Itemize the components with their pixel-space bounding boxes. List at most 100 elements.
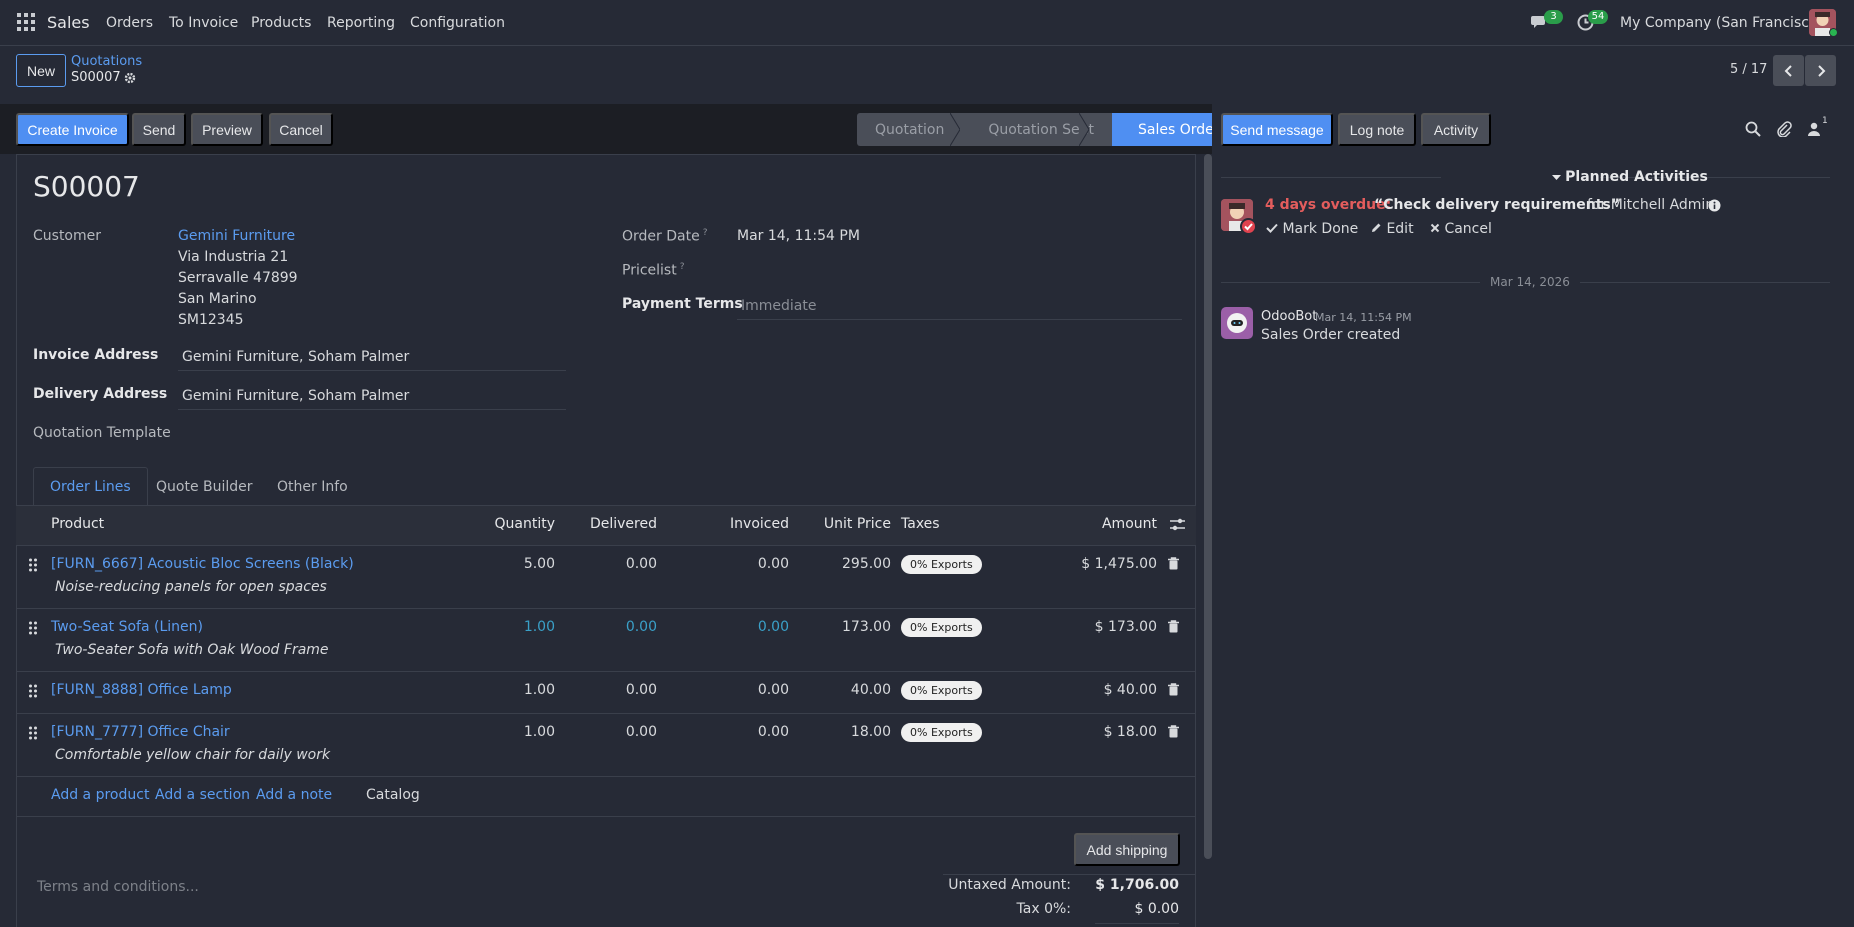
edit-activity-button[interactable]: Edit (1371, 221, 1414, 237)
message-author[interactable]: OdooBot (1261, 309, 1317, 324)
add-product-link[interactable]: Add a product (51, 787, 149, 803)
breadcrumb-quotations[interactable]: Quotations (71, 54, 142, 69)
catalog-button[interactable]: Catalog (366, 787, 420, 803)
add-note-link[interactable]: Add a note (256, 787, 332, 803)
add-section-link[interactable]: Add a section (155, 787, 250, 803)
col-quantity[interactable]: Quantity (480, 516, 556, 532)
tax-badge[interactable]: 0% Exports (901, 723, 982, 742)
drag-handle-icon[interactable] (28, 558, 38, 572)
terms-conditions-field[interactable]: Terms and conditions... (37, 879, 199, 895)
date-separator-line (1221, 282, 1480, 283)
customer-address-line: Via Industria 21 (178, 249, 289, 265)
delivery-address-underline (178, 409, 566, 410)
line-product[interactable]: Two-Seat Sofa (Linen) (51, 619, 203, 635)
row-separator (16, 776, 1196, 777)
form-scrollbar[interactable] (1204, 154, 1212, 859)
line-delivered[interactable]: 0.00 (560, 619, 657, 635)
paperclip-icon[interactable] (1776, 121, 1792, 137)
line-amount: $ 18.00 (1103, 724, 1157, 740)
customer-address-line: Serravalle 47899 (178, 270, 298, 286)
menu-reporting[interactable]: Reporting (327, 15, 395, 31)
optional-columns-icon[interactable] (1170, 518, 1185, 532)
activity-button[interactable]: Activity (1421, 113, 1491, 146)
line-unit-price[interactable]: 173.00 (800, 619, 891, 635)
drag-handle-icon[interactable] (28, 684, 38, 698)
line-delivered[interactable]: 0.00 (560, 682, 657, 698)
order-date-field[interactable]: Mar 14, 11:54 PM (737, 228, 860, 244)
line-delivered[interactable]: 0.00 (560, 724, 657, 740)
mark-done-button[interactable]: Mark Done (1266, 221, 1358, 237)
customer-label: Customer (33, 228, 102, 244)
col-unit-price[interactable]: Unit Price (800, 516, 891, 532)
company-switcher[interactable]: My Company (San Francisco) (1620, 15, 1823, 31)
create-invoice-button[interactable]: Create Invoice (16, 113, 129, 146)
col-invoiced[interactable]: Invoiced (690, 516, 789, 532)
menu-configuration[interactable]: Configuration (410, 15, 505, 31)
line-quantity[interactable]: 1.00 (480, 724, 555, 740)
followers-count: 1 (1822, 116, 1828, 126)
cancel-order-button[interactable]: Cancel (269, 113, 333, 146)
line-product[interactable]: [FURN_8888] Office Lamp (51, 682, 232, 698)
line-quantity[interactable]: 1.00 (480, 682, 555, 698)
search-icon[interactable] (1745, 121, 1761, 137)
menu-orders[interactable]: Orders (106, 15, 153, 31)
customer-link[interactable]: Gemini Furniture (178, 228, 295, 244)
new-button[interactable]: New (16, 54, 66, 87)
check-icon (1266, 223, 1278, 233)
trash-icon[interactable] (1168, 557, 1179, 570)
followers-icon[interactable] (1807, 121, 1823, 137)
line-amount: $ 1,475.00 (1081, 556, 1157, 572)
row-separator (16, 608, 1196, 609)
col-amount[interactable]: Amount (1050, 516, 1157, 532)
col-taxes[interactable]: Taxes (901, 516, 940, 532)
tab-other-info[interactable]: Other Info (261, 467, 364, 506)
delivery-address-field[interactable]: Gemini Furniture, Soham Palmer (182, 388, 409, 404)
trash-icon[interactable] (1168, 683, 1179, 696)
tax-badge[interactable]: 0% Exports (901, 555, 982, 574)
pager-next-button[interactable] (1805, 55, 1836, 86)
tax-badge[interactable]: 0% Exports (901, 618, 982, 637)
planned-activities-toggle[interactable]: Planned Activities (1440, 169, 1820, 185)
trash-icon[interactable] (1168, 620, 1179, 633)
activity-assignee: for Mitchell Admin (1587, 197, 1715, 213)
menu-products[interactable]: Products (251, 15, 311, 31)
line-product[interactable]: [FURN_6667] Acoustic Bloc Screens (Black… (51, 556, 354, 572)
log-note-button[interactable]: Log note (1338, 113, 1416, 146)
trash-icon[interactable] (1168, 725, 1179, 738)
add-shipping-button[interactable]: Add shipping (1074, 833, 1180, 866)
preview-button[interactable]: Preview (191, 113, 263, 146)
line-delivered[interactable]: 0.00 (560, 556, 657, 572)
drag-handle-icon[interactable] (28, 726, 38, 740)
stage-quotation-sent[interactable]: Quotation Sent (962, 113, 1112, 146)
line-invoiced: 0.00 (757, 682, 789, 698)
tab-order-lines[interactable]: Order Lines (33, 467, 148, 506)
send-message-button[interactable]: Send message (1221, 113, 1333, 146)
send-button[interactable]: Send (132, 113, 186, 146)
menu-to-invoice[interactable]: To Invoice (169, 15, 238, 31)
pager-previous-button[interactable] (1773, 55, 1804, 86)
line-unit-price[interactable]: 18.00 (800, 724, 891, 740)
gear-icon[interactable] (124, 72, 136, 84)
line-amount: $ 40.00 (1103, 682, 1157, 698)
invoice-address-label: Invoice Address (33, 347, 159, 363)
info-icon[interactable] (1708, 199, 1721, 212)
pager-value[interactable]: 5 / 17 (1730, 62, 1767, 77)
drag-handle-icon[interactable] (28, 621, 38, 635)
line-unit-price[interactable]: 295.00 (800, 556, 891, 572)
col-delivered[interactable]: Delivered (560, 516, 657, 532)
stage-quotation[interactable]: Quotation (857, 113, 963, 146)
line-quantity[interactable]: 5.00 (480, 556, 555, 572)
app-name[interactable]: Sales (47, 13, 90, 32)
line-unit-price[interactable]: 40.00 (800, 682, 891, 698)
tax-label: Tax 0%: (1016, 901, 1071, 917)
col-product[interactable]: Product (51, 516, 104, 532)
row-separator (16, 671, 1196, 672)
tax-badge[interactable]: 0% Exports (901, 681, 982, 700)
line-product[interactable]: [FURN_7777] Office Chair (51, 724, 230, 740)
payment-terms-field[interactable]: Immediate (741, 298, 816, 314)
tab-quote-builder[interactable]: Quote Builder (140, 467, 269, 506)
invoice-address-field[interactable]: Gemini Furniture, Soham Palmer (182, 349, 409, 365)
cancel-activity-button[interactable]: Cancel (1430, 221, 1492, 237)
apps-menu-icon[interactable] (17, 13, 35, 31)
line-quantity[interactable]: 1.00 (480, 619, 555, 635)
